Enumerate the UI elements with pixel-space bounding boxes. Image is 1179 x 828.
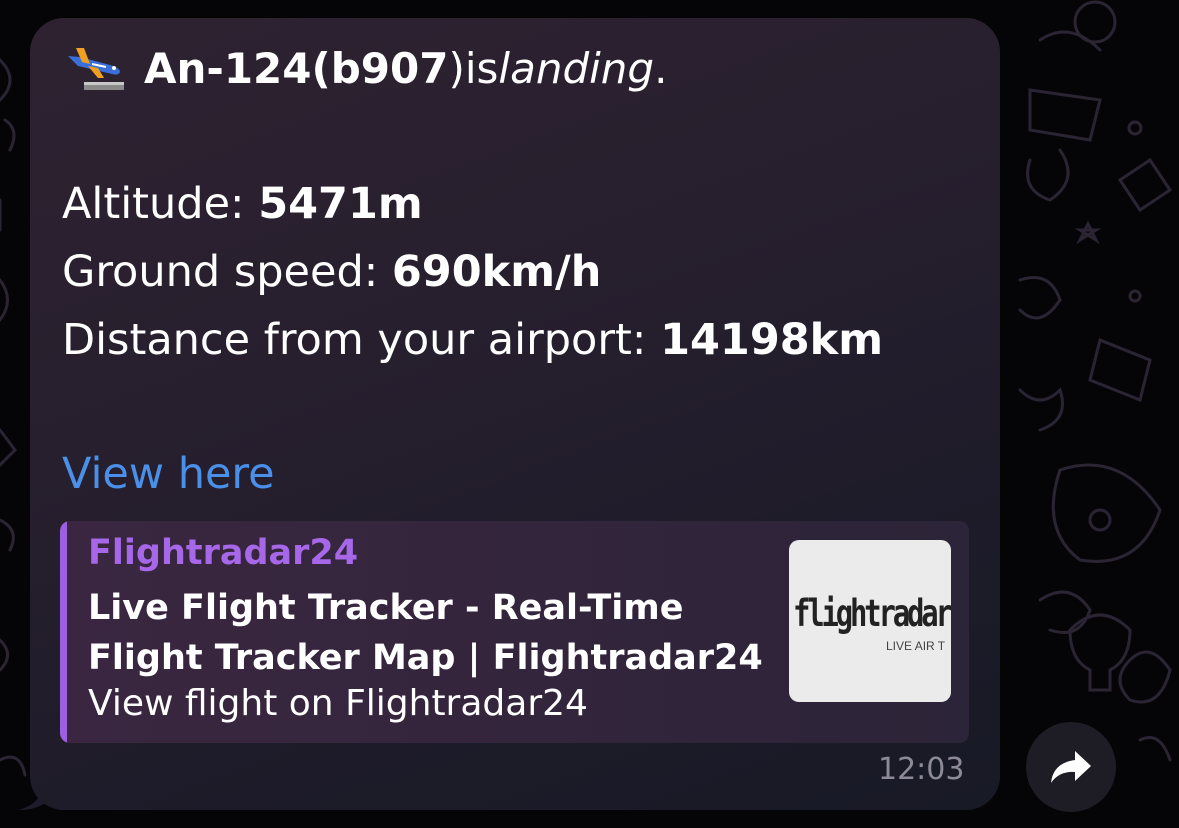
altitude-value: 5471m	[258, 179, 423, 229]
flightradar-logo: flightradar	[793, 592, 951, 635]
preview-thumbnail[interactable]: flightradar LIVE AIR T	[789, 540, 951, 702]
link-preview-card[interactable]: Flightradar24 Live Flight Tracker - Real…	[60, 521, 969, 743]
view-here-link[interactable]: View here	[62, 446, 275, 502]
code-open: (	[311, 43, 331, 93]
aircraft-name: An-124	[144, 43, 312, 93]
distance-value: 14198km	[660, 315, 884, 365]
aircraft-code: b907	[330, 43, 449, 93]
distance-label: Distance from your airport:	[62, 315, 661, 365]
altitude-row: Altitude: 5471m	[62, 176, 423, 232]
forward-arrow-icon	[1051, 751, 1091, 783]
message-timestamp: 12:03	[878, 752, 965, 787]
preview-accent-bar	[60, 521, 67, 743]
flightradar-tagline: LIVE AIR T	[886, 639, 946, 653]
ground-speed-row: Ground speed: 690km/h	[62, 244, 601, 300]
preview-description: View flight on Flightradar24	[88, 683, 588, 724]
flight-status: landing	[498, 43, 655, 93]
airplane-landing-icon	[68, 48, 124, 90]
ground-speed-value: 690km/h	[391, 247, 602, 297]
altitude-label: Altitude:	[62, 179, 259, 229]
preview-site-name: Flightradar24	[88, 533, 359, 573]
headline-period: .	[654, 43, 668, 93]
message-headline: An-124 (b907) is landing.	[62, 38, 667, 98]
ground-speed-label: Ground speed:	[62, 247, 392, 297]
forward-button[interactable]	[1026, 722, 1116, 812]
code-close: )	[448, 43, 465, 93]
distance-row: Distance from your airport: 14198km	[62, 312, 883, 368]
verb-text: is	[464, 43, 499, 93]
preview-title: Live Flight Tracker - Real-Time Flight T…	[88, 588, 763, 678]
